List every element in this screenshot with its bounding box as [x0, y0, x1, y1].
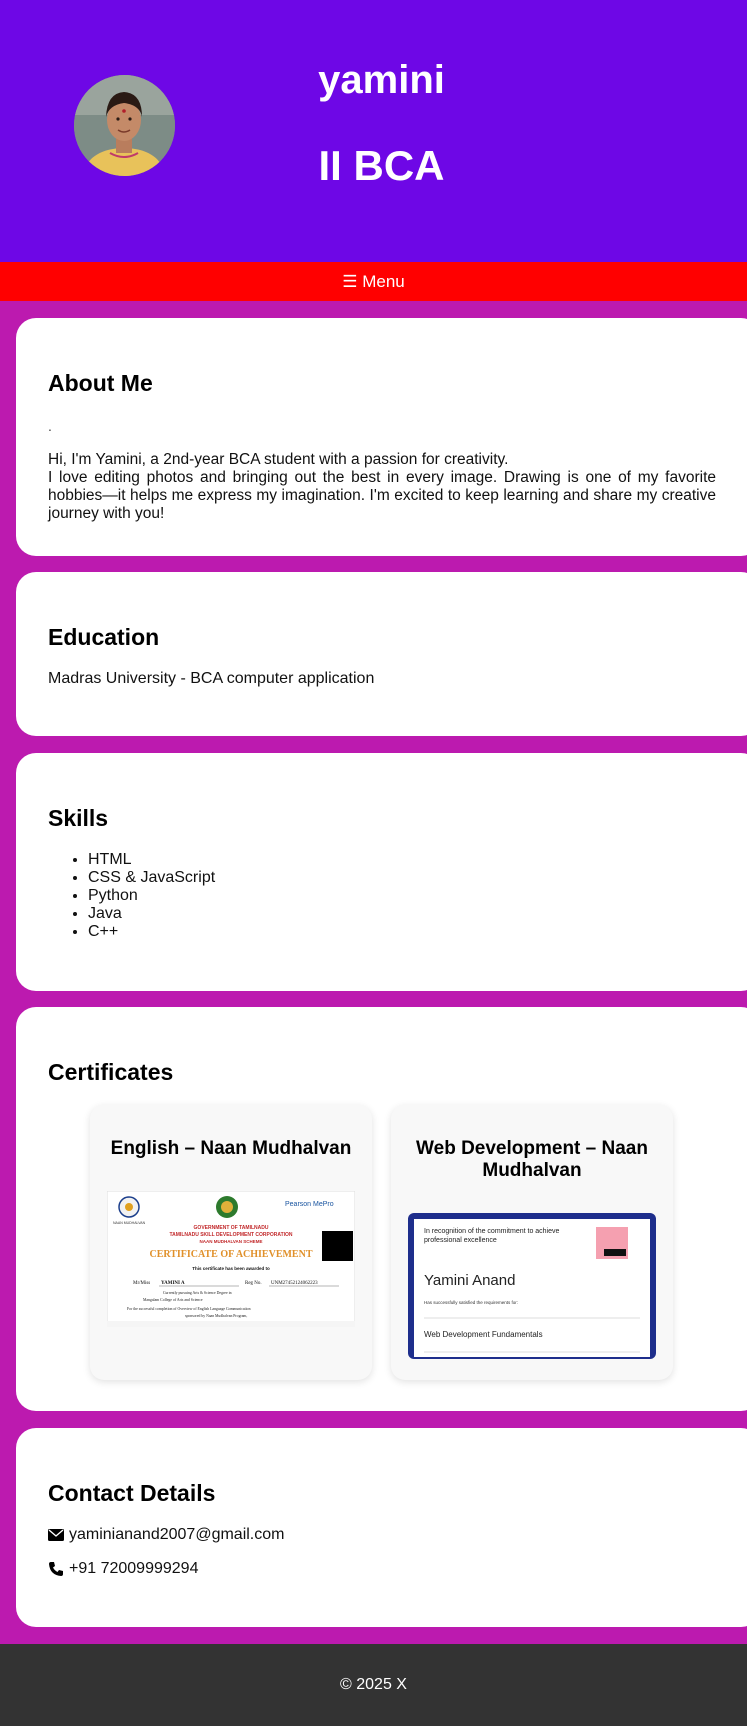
- svg-text:TAMILNADU SKILL DEVELOPMENT CO: TAMILNADU SKILL DEVELOPMENT CORPORATION: [169, 1232, 292, 1238]
- footer-text: © 2025 X: [340, 1676, 407, 1693]
- svg-text:For the successful completion: For the successful completion of Overvie…: [127, 1307, 251, 1311]
- about-line-1: Hi, I'm Yamini, a 2nd-year BCA student w…: [48, 451, 509, 468]
- skill-item: Python: [88, 887, 215, 905]
- menu-toggle-button[interactable]: ☰ Menu: [0, 262, 747, 301]
- certificates-heading: Certificates: [48, 1059, 174, 1085]
- skill-item: CSS & JavaScript: [88, 869, 215, 887]
- menu-label: ☰ Menu: [342, 271, 405, 291]
- site-footer: © 2025 X: [0, 1644, 747, 1726]
- skills-list: HTML CSS & JavaScript Python Java C++: [88, 851, 215, 941]
- contact-phone[interactable]: +91 72009999294: [69, 1560, 198, 1578]
- svg-text:YAMINI A: YAMINI A: [161, 1281, 185, 1286]
- certificates-section: Certificates English – Naan Mudhalvan NA…: [16, 1007, 747, 1411]
- about-section: About Me . Hi, I'm Yamini, a 2nd-year BC…: [16, 318, 747, 556]
- contact-heading: Contact Details: [48, 1480, 216, 1506]
- svg-text:UNM27452124062223: UNM27452124062223: [271, 1281, 318, 1286]
- about-dot: .: [48, 418, 52, 434]
- svg-text:GOVERNMENT OF TAMILNADU: GOVERNMENT OF TAMILNADU: [194, 1225, 269, 1231]
- svg-text:NAAN MUDHALVAN SCHEME: NAAN MUDHALVAN SCHEME: [199, 1239, 262, 1244]
- svg-text:CERTIFICATE OF ACHIEVEMENT: CERTIFICATE OF ACHIEVEMENT: [149, 1249, 312, 1260]
- contact-section: Contact Details yaminianand2007@gmail.co…: [16, 1428, 747, 1627]
- education-heading: Education: [48, 624, 160, 650]
- education-text: Madras University - BCA computer applica…: [48, 670, 375, 687]
- site-subtitle: II BCA: [318, 142, 445, 189]
- skill-item: Java: [88, 905, 215, 923]
- certificate-card-web-development[interactable]: Web Development – Naan Mudhalvan In reco…: [391, 1105, 673, 1380]
- contact-email-row: yaminianand2007@gmail.com: [48, 1526, 284, 1544]
- envelope-icon: [48, 1529, 64, 1541]
- contact-phone-row: +91 72009999294: [48, 1560, 198, 1578]
- svg-text:Reg No.: Reg No.: [245, 1281, 262, 1286]
- certificate-title: English – Naan Mudhalvan: [110, 1138, 352, 1159]
- contact-email[interactable]: yaminianand2007@gmail.com: [69, 1526, 284, 1544]
- certificate-image-web-development[interactable]: In recognition of the commitment to achi…: [408, 1213, 656, 1359]
- phone-icon: [49, 1562, 63, 1576]
- svg-text:Has successfully satisfied the: Has successfully satisfied the requireme…: [424, 1300, 518, 1305]
- skills-heading: Skills: [48, 805, 109, 831]
- svg-text:NAAN MUDHALVAN: NAAN MUDHALVAN: [113, 1221, 146, 1225]
- about-line-2: I love editing photos and bringing out t…: [48, 469, 716, 522]
- svg-text:This certificate has been awar: This certificate has been awarded to: [192, 1266, 270, 1271]
- certificate-card-english[interactable]: English – Naan Mudhalvan NAAN MUDHALVAN …: [90, 1105, 372, 1380]
- about-text: Hi, I'm Yamini, a 2nd-year BCA student w…: [48, 451, 716, 523]
- skills-section: Skills HTML CSS & JavaScript Python Java…: [16, 753, 747, 991]
- svg-text:Pearson MePro: Pearson MePro: [285, 1201, 334, 1208]
- site-title: yamini: [318, 58, 445, 102]
- svg-text:Currently pursuing Arts & Sci: Currently pursuing Arts & Science Degree…: [163, 1291, 232, 1295]
- site-header: yamini II BCA: [0, 0, 747, 262]
- skill-item: HTML: [88, 851, 215, 869]
- skill-item: C++: [88, 923, 215, 941]
- certificate-image-english[interactable]: NAAN MUDHALVAN Pearson MePro GOVERNMENT …: [107, 1191, 355, 1327]
- svg-text:Yamini Anand: Yamini Anand: [424, 1272, 515, 1289]
- svg-text:Mangalam College of Arts and S: Mangalam College of Arts and Science: [143, 1298, 203, 1302]
- svg-text:Mr/Miss: Mr/Miss: [133, 1281, 150, 1286]
- certificate-title: Web Development – Naan Mudhalvan: [416, 1138, 648, 1181]
- svg-text:Web Development Fundamentals: Web Development Fundamentals: [424, 1330, 543, 1339]
- about-heading: About Me: [48, 370, 153, 396]
- education-section: Education Madras University - BCA comput…: [16, 572, 747, 736]
